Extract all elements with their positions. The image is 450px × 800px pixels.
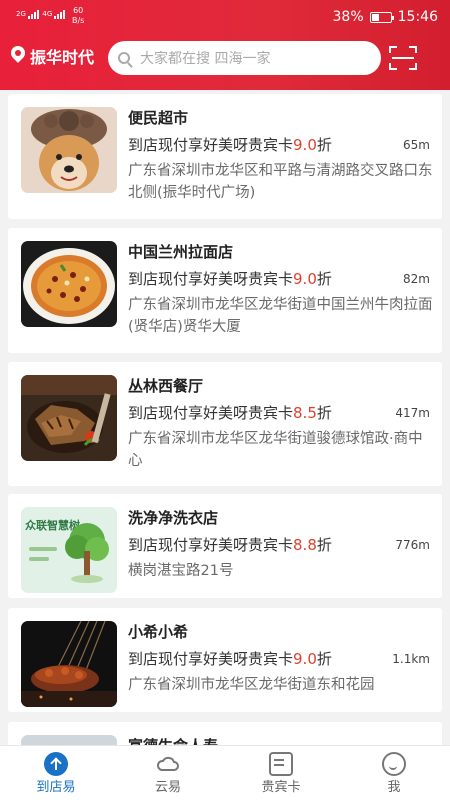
smiley-face-icon xyxy=(382,752,406,776)
store-address: 广东省深圳市龙华区龙华街道骏德球馆政·商中心 xyxy=(128,431,423,469)
store-offer: 到店现付享好美呀贵宾卡9.0折 xyxy=(128,270,332,288)
store-distance: 82m xyxy=(403,272,430,286)
battery-percent: 38% xyxy=(332,9,364,25)
discount-value: 9.0 xyxy=(293,650,317,668)
search-icon xyxy=(118,52,130,64)
store-card[interactable]: 便民超市 到店现付享好美呀贵宾卡9.0折 65m 广东省深圳市龙华区和平路与清湖… xyxy=(8,94,442,219)
store-image-office-photo xyxy=(21,735,117,745)
store-card[interactable]: 富德生命人寿 xyxy=(8,722,442,745)
store-image-steak-photo xyxy=(21,375,117,461)
signal-indicator: 2G 4G xyxy=(16,10,66,19)
store-distance: 776m xyxy=(395,538,430,552)
tab-dao-dian-yi[interactable]: 到店易 xyxy=(0,746,112,800)
store-card[interactable]: 小希小希 到店现付享好美呀贵宾卡9.0折 1.1km 广东省深圳市龙华区龙华街道… xyxy=(8,608,442,712)
store-name: 小希小希 xyxy=(128,623,189,641)
search-input[interactable]: 大家都在搜 四海一家 xyxy=(108,41,381,75)
tab-label: 到店易 xyxy=(36,780,76,795)
store-name: 便民超市 xyxy=(128,109,189,127)
cloud-icon xyxy=(156,752,180,776)
store-card[interactable]: 丛林西餐厅 到店现付享好美呀贵宾卡8.5折 417m 广东省深圳市龙华区龙华街道… xyxy=(8,362,442,486)
store-list[interactable]: 便民超市 到店现付享好美呀贵宾卡9.0折 65m 广东省深圳市龙华区和平路与清湖… xyxy=(0,90,450,745)
store-card[interactable]: 中国兰州拉面店 到店现付享好美呀贵宾卡9.0折 82m 广东省深圳市龙华区龙华街… xyxy=(8,228,442,353)
discount-value: 9.0 xyxy=(293,136,317,154)
store-offer: 到店现付享好美呀贵宾卡9.0折 xyxy=(128,650,332,668)
tab-label: 云易 xyxy=(154,780,181,795)
store-distance: 417m xyxy=(395,406,430,420)
signal-right-label: 4G xyxy=(42,10,53,18)
store-image-tree-logo: 众联智慧树 xyxy=(21,507,117,593)
discount-value: 8.8 xyxy=(293,536,317,554)
signal-bars-icon xyxy=(28,10,40,19)
tab-gui-bin-ka[interactable]: 贵宾卡 xyxy=(225,746,337,800)
store-address: 广东省深圳市龙华区和平路与清湖路交叉路口东北侧(振华时代广场) xyxy=(128,163,433,201)
discount-value: 8.5 xyxy=(293,404,317,422)
store-name: 富德生命人寿 xyxy=(128,735,218,745)
top-header: 2G 4G 60 B/s 38% 15:46 振华时代 大家都在搜 四海一家 xyxy=(0,0,450,90)
network-speed-value: 60 xyxy=(73,6,84,15)
store-card[interactable]: 众联智慧树 洗净净洗衣店 到店现付享好美呀贵宾卡8.8折 776m 横岗湛宝路2… xyxy=(8,494,442,598)
battery-icon xyxy=(369,11,394,23)
tab-label: 贵宾卡 xyxy=(261,780,301,795)
store-address: 广东省深圳市龙华区龙华街道中国兰州牛肉拉面(贤华店)贤华大厦 xyxy=(128,297,433,335)
tab-label: 我 xyxy=(387,780,401,795)
store-distance: 65m xyxy=(403,138,430,152)
status-bar: 2G 4G 60 B/s 38% 15:46 xyxy=(0,0,450,34)
signal-left-label: 2G xyxy=(16,10,26,18)
store-name: 中国兰州拉面店 xyxy=(128,243,234,261)
search-placeholder: 大家都在搜 四海一家 xyxy=(140,51,271,67)
store-image-bbq-photo xyxy=(21,621,117,707)
scan-qr-icon[interactable] xyxy=(389,46,417,70)
location-label: 振华时代 xyxy=(30,48,95,67)
tab-wo[interactable]: 我 xyxy=(338,746,450,800)
store-offer: 到店现付享好美呀贵宾卡9.0折 xyxy=(128,136,332,154)
card-document-icon xyxy=(269,752,293,776)
network-speed-unit: B/s xyxy=(72,16,85,25)
store-distance: 1.1km xyxy=(392,652,430,666)
location-selector[interactable]: 振华时代 xyxy=(8,43,95,68)
svg-text:众联智慧树: 众联智慧树 xyxy=(25,518,80,532)
discount-value: 9.0 xyxy=(293,270,317,288)
clock: 15:46 xyxy=(397,9,438,25)
tab-yun-yi[interactable]: 云易 xyxy=(112,746,224,800)
store-offer: 到店现付享好美呀贵宾卡8.8折 xyxy=(128,536,332,554)
status-right: 38% 15:46 xyxy=(333,9,438,25)
store-image-dog-photo xyxy=(21,107,117,193)
upload-arrow-icon xyxy=(44,752,68,776)
location-pin-icon xyxy=(8,43,28,66)
store-offer: 到店现付享好美呀贵宾卡8.5折 xyxy=(128,404,332,422)
store-name: 丛林西餐厅 xyxy=(128,377,204,395)
store-address: 广东省深圳市龙华区龙华街道东和花园 xyxy=(128,677,375,693)
store-image-noodle-photo xyxy=(21,241,117,327)
bottom-tab-bar: 到店易 云易 贵宾卡 我 xyxy=(0,745,450,800)
signal-bars-icon xyxy=(54,10,66,19)
store-name: 洗净净洗衣店 xyxy=(128,509,219,527)
network-speed: 60 B/s xyxy=(72,6,84,26)
store-address: 横岗湛宝路21号 xyxy=(128,563,234,579)
